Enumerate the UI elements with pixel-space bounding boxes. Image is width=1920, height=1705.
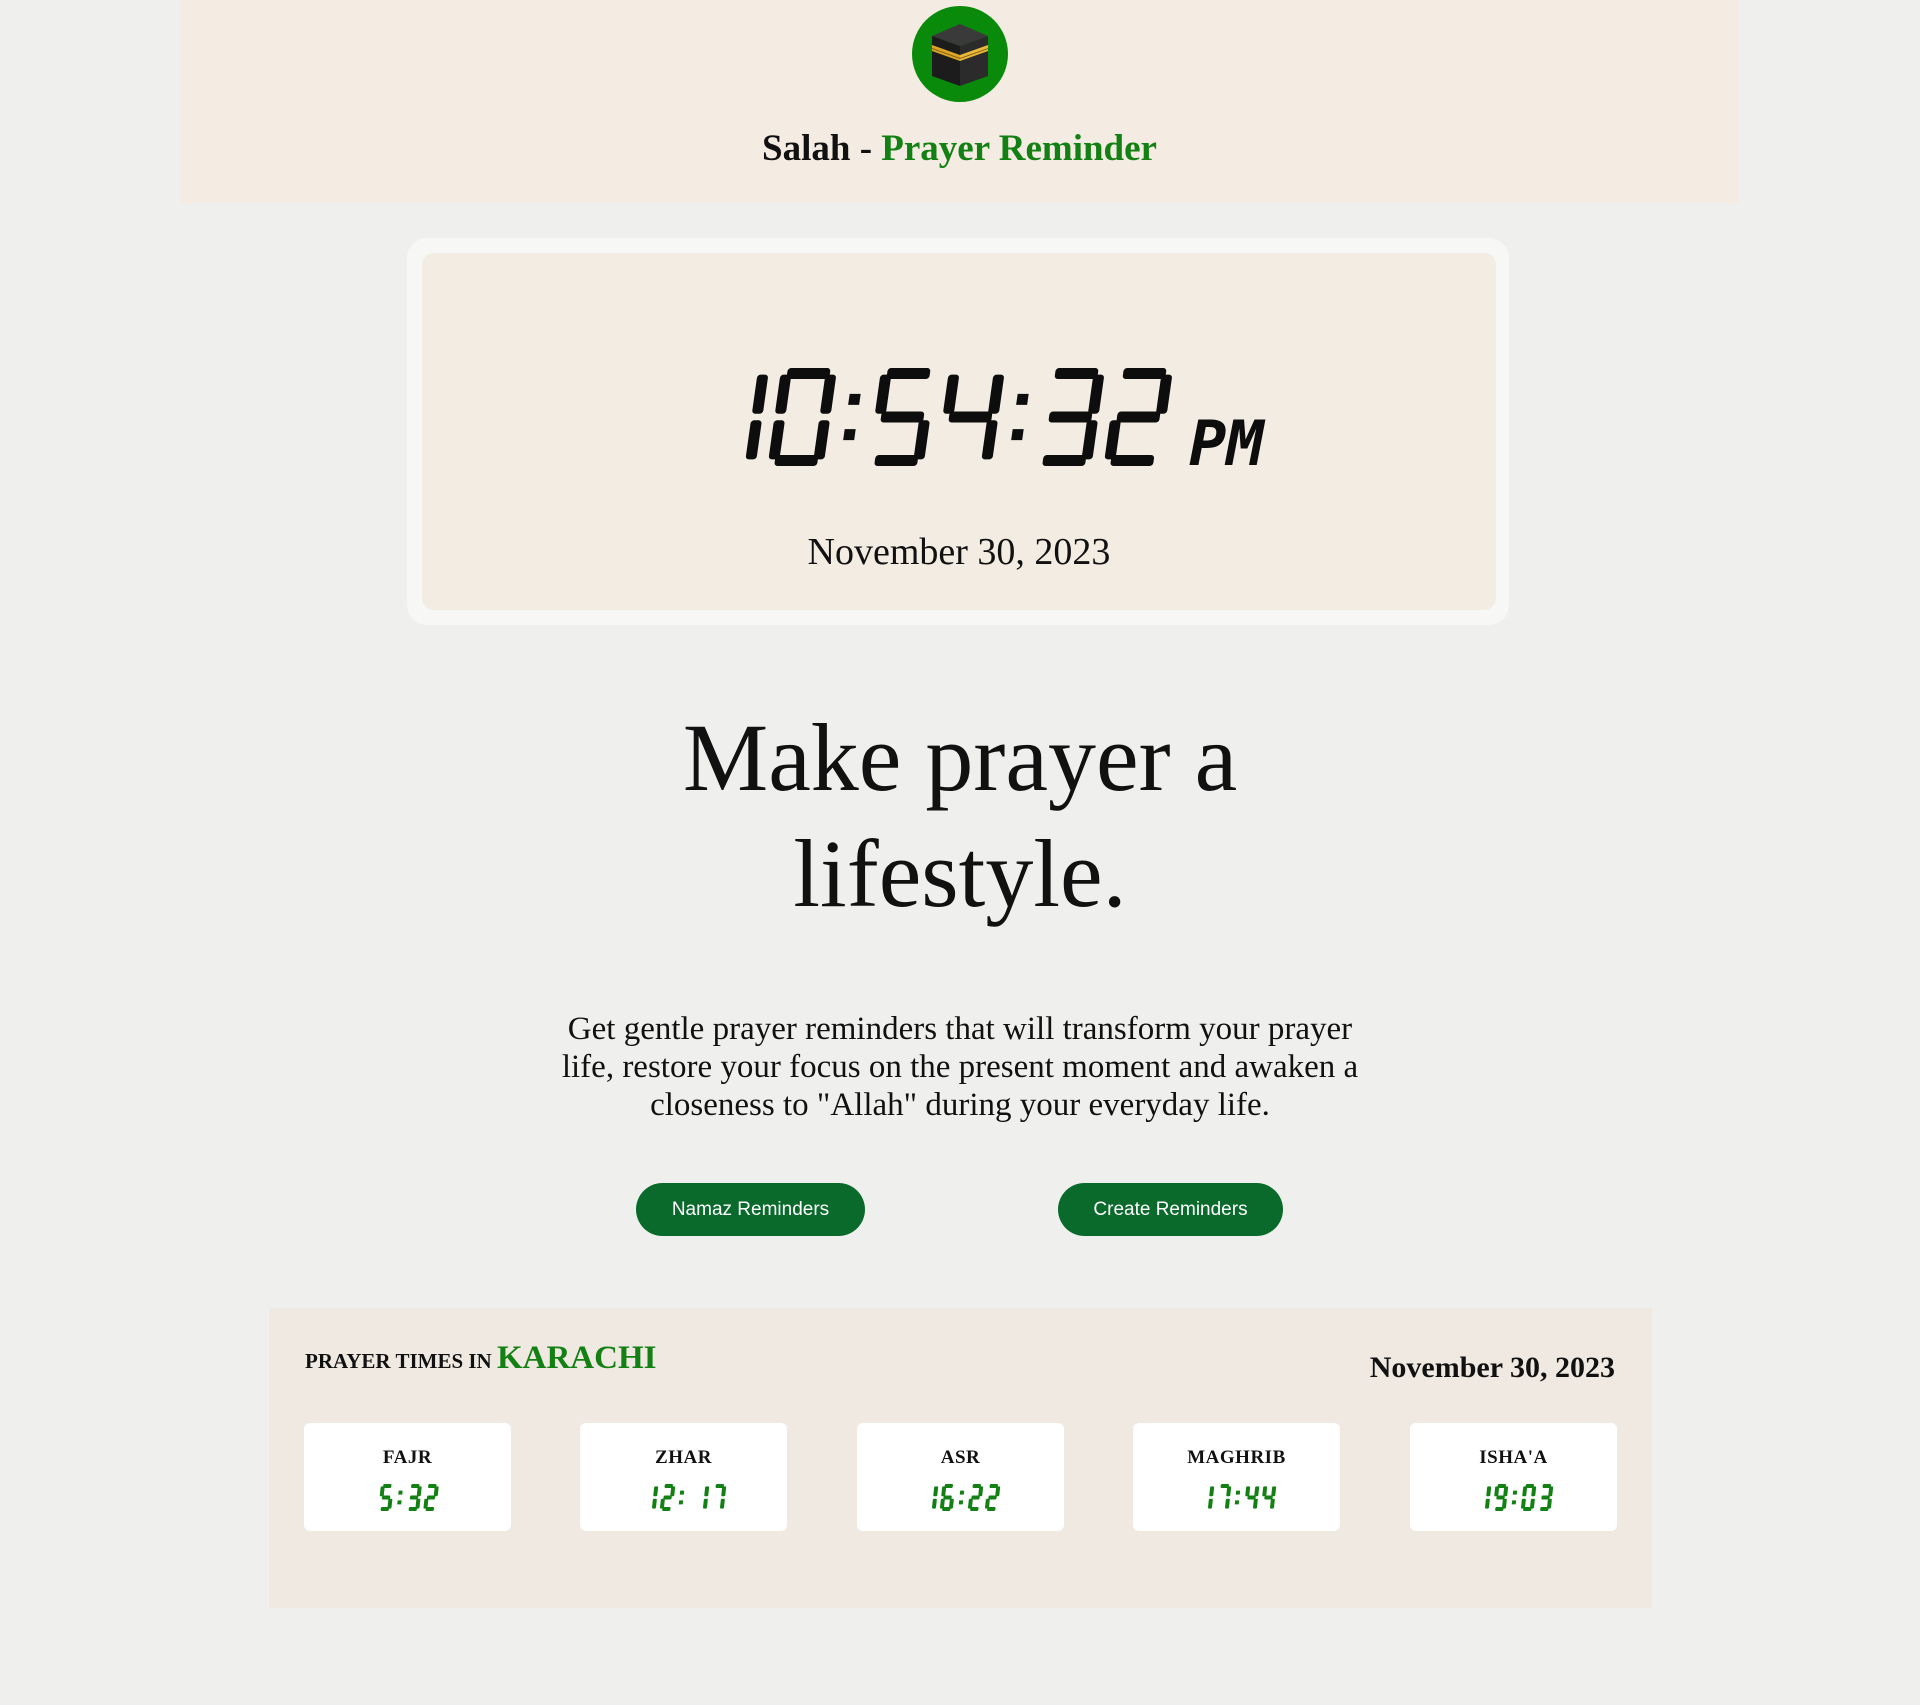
digit-4: [1245, 1486, 1260, 1509]
prayer-times-heading-prefix: PRAYER TIMES IN: [305, 1349, 492, 1373]
digit-2: [1104, 368, 1172, 466]
prayer-name: FAJR: [382, 1447, 433, 1468]
colon: [678, 1490, 685, 1505]
digit-2: [423, 1484, 439, 1511]
digit-3: [1540, 1484, 1554, 1511]
prayer-card-fajr: FAJR: [304, 1423, 511, 1531]
digit-7: [1220, 1484, 1232, 1509]
colon: [1234, 1490, 1241, 1505]
digit-5: [874, 368, 931, 466]
digit-0: [1521, 1484, 1537, 1511]
digit-3: [408, 1484, 422, 1511]
prayer-name: MAGHRIB: [1187, 1447, 1286, 1468]
prayer-times-heading: PRAYER TIMES IN KARACHI: [305, 1338, 656, 1381]
prayer-time: [932, 1484, 1001, 1511]
prayer-card-asr: ASR: [857, 1423, 1064, 1531]
digit-2: [660, 1484, 676, 1511]
colon: [1511, 1490, 1518, 1505]
prayer-card-ishaa: ISHA'A: [1410, 1423, 1617, 1531]
prayer-card-maghrib: MAGHRIB: [1133, 1423, 1340, 1531]
prayer-name: ZHAR: [655, 1447, 712, 1468]
colon: [397, 1490, 403, 1505]
digit-6: [940, 1484, 954, 1511]
prayer-name: ISHA'A: [1479, 1447, 1548, 1468]
digit-5: [379, 1484, 393, 1511]
colon: [958, 1490, 965, 1505]
colon: [1011, 393, 1029, 441]
prayer-time: [652, 1484, 727, 1511]
clock-frame: PM November 30, 2023: [407, 238, 1509, 625]
site-title-accent: Prayer Reminder: [881, 128, 1157, 169]
prayer-times-date: November 30, 2023: [1369, 1351, 1615, 1384]
digit-3: [1042, 368, 1104, 466]
digit-1: [745, 374, 768, 460]
hero-headline: Make prayer a lifestyle.: [682, 704, 1238, 927]
digit-7: [715, 1484, 727, 1509]
prayer-time: [1208, 1484, 1277, 1509]
prayer-time: [1485, 1484, 1554, 1511]
prayer-card-zhar: ZHAR: [580, 1423, 787, 1531]
create-reminders-button[interactable]: Create Reminders: [1058, 1183, 1283, 1236]
prayer-time: [379, 1484, 439, 1511]
clock-date: November 30, 2023: [807, 531, 1111, 573]
digit-2: [968, 1484, 984, 1511]
digital-clock: PM: [745, 368, 1266, 480]
clock-card: PM November 30, 2023: [422, 253, 1496, 610]
digit-2: [985, 1484, 1001, 1511]
kaaba-icon[interactable]: [912, 6, 1008, 102]
site-title-separator: -: [859, 128, 873, 169]
digit-1: [652, 1486, 659, 1509]
digit-9: [1494, 1484, 1509, 1511]
hero-tagline: Get gentle prayer reminders that will tr…: [561, 1011, 1359, 1123]
digit-1: [1485, 1486, 1492, 1509]
digit-1: [1208, 1486, 1215, 1509]
colon: [843, 393, 861, 441]
site-title: Salah - Prayer Reminder: [180, 124, 1739, 174]
prayer-times-city: KARACHI: [496, 1340, 657, 1376]
prayer-name: ASR: [940, 1447, 981, 1468]
clock-period: PM: [1189, 407, 1266, 480]
digit-4: [943, 374, 1004, 460]
namaz-reminders-button[interactable]: Namaz Reminders: [636, 1183, 865, 1236]
prayer-times-panel: PRAYER TIMES IN KARACHI November 30, 202…: [269, 1308, 1652, 1608]
site-header: Salah - Prayer Reminder: [180, 0, 1739, 203]
site-title-brand: Salah: [762, 128, 851, 169]
digit-4: [1262, 1486, 1277, 1509]
digit-0: [768, 368, 836, 466]
digit-1: [932, 1486, 939, 1509]
digit-1: [703, 1486, 710, 1509]
